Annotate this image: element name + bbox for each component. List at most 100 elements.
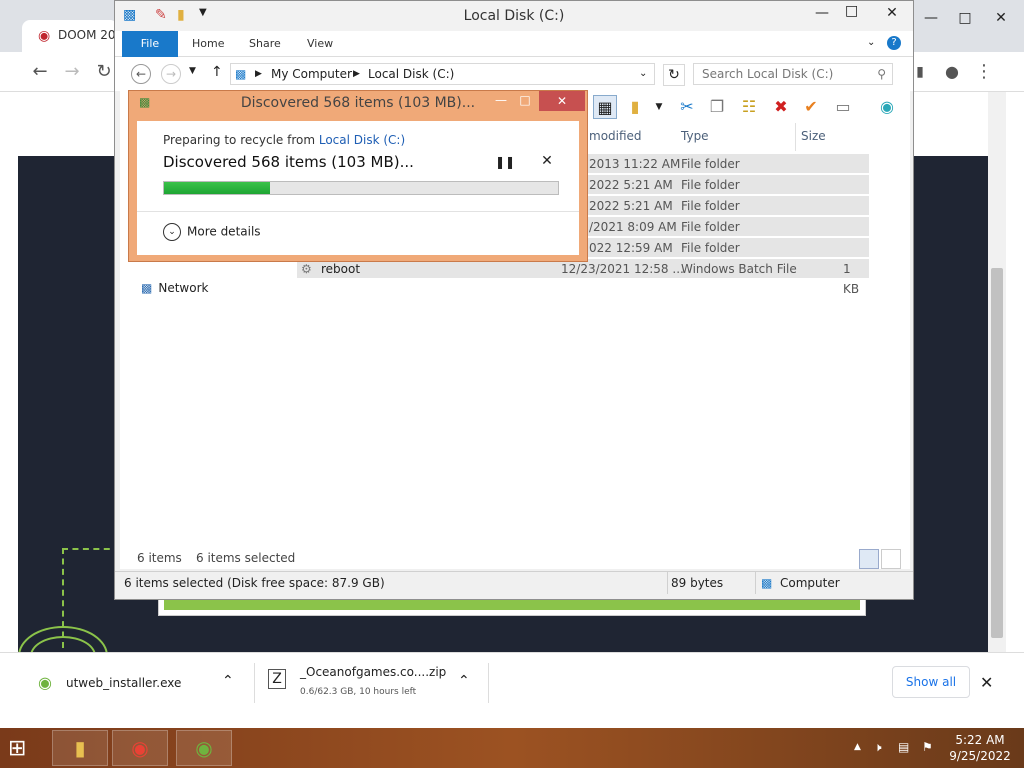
computer-icon: ▩	[761, 576, 773, 590]
source-location-link[interactable]: Local Disk (C:)	[319, 133, 405, 147]
column-divider[interactable]	[795, 123, 796, 151]
large-icons-view-icon[interactable]	[881, 549, 901, 569]
menu-icon[interactable]: ⋮	[972, 60, 996, 84]
recycle-progress-fill	[164, 182, 271, 194]
show-all-downloads-button[interactable]: Show all	[892, 666, 970, 698]
batch-file-icon: ⚙	[301, 262, 312, 276]
minimize-icon[interactable]: —	[815, 5, 829, 21]
search-icon[interactable]: ⚲	[877, 64, 886, 84]
download-item[interactable]: Z _Oceanofgames.co....zip 0.6/62.3 GB, 1…	[262, 653, 482, 717]
clock-time: 5:22 AM	[955, 733, 1005, 747]
explorer-titlebar: ▩ ✎ ▮ ▼ Local Disk (C:) — □ ✕	[115, 1, 913, 31]
delete-icon[interactable]: ✖	[769, 95, 793, 119]
browser-maximize-button[interactable]: □	[948, 10, 982, 32]
row-size: 1 KB	[843, 262, 860, 296]
rename-icon[interactable]: ▭	[831, 95, 855, 119]
nav-item-network[interactable]: ▩ Network	[141, 281, 208, 295]
page-scrollbar-thumb[interactable]	[991, 268, 1003, 638]
back-icon[interactable]: ←	[131, 64, 151, 84]
row-type: File folder	[681, 178, 740, 192]
back-icon[interactable]: ←	[28, 60, 52, 84]
pause-icon[interactable]: ❚❚	[495, 155, 515, 171]
profile-icon[interactable]: ●	[940, 60, 964, 84]
status-divider	[755, 572, 756, 594]
minimize-icon[interactable]: —	[491, 93, 511, 109]
browser-tab-title: DOOM 20	[58, 28, 116, 42]
page-progress-fill	[164, 600, 860, 610]
cut-icon[interactable]: ✂	[675, 95, 699, 119]
breadcrumb-current[interactable]: Local Disk (C:)	[368, 64, 454, 84]
row-modified: 2013 11:22 AM	[589, 157, 681, 171]
maximize-icon[interactable]: □	[515, 93, 535, 109]
row-modified: 2022 5:21 AM	[589, 199, 673, 213]
check-icon[interactable]: ✔	[799, 95, 823, 119]
copy-icon[interactable]: ❐	[705, 95, 729, 119]
status-selection: 6 items selected (Disk free space: 87.9 …	[124, 576, 385, 590]
breadcrumb-root[interactable]: My Computer	[271, 64, 352, 84]
paste-icon[interactable]: ☷	[737, 95, 761, 119]
show-hidden-icons-icon[interactable]: ▲	[854, 742, 861, 752]
more-details-button[interactable]: ⌄ More details	[163, 223, 261, 241]
dialog-subtitle-text: Preparing to recycle from	[163, 133, 319, 147]
close-shelf-icon[interactable]: ✕	[980, 673, 993, 692]
browser-close-button[interactable]: ✕	[984, 10, 1018, 32]
close-icon[interactable]: ✕	[875, 5, 909, 21]
recycle-progress-dialog: ▩ Discovered 568 items (103 MB)... — □ ✕…	[128, 90, 588, 262]
status-size: 89 bytes	[671, 576, 724, 590]
command-toolbar: ▦ ▮ ▼ ✂ ❐ ☷ ✖ ✔ ▭ ◉	[585, 93, 909, 123]
help-icon[interactable]: ?	[887, 36, 901, 50]
download-shelf: ◉ utweb_installer.exe ⌃ Z _Oceanofgames.…	[0, 652, 1024, 716]
status-location: Computer	[780, 576, 840, 590]
recycle-progress-bar	[163, 181, 559, 195]
chevron-up-icon[interactable]: ⌃	[458, 673, 470, 689]
refresh-icon[interactable]: ↻	[663, 64, 685, 86]
chevron-down-icon: ⌄	[163, 223, 181, 241]
search-placeholder: Search Local Disk (C:)	[702, 67, 834, 81]
tab-view[interactable]: View	[307, 31, 333, 57]
item-count: 6 items	[137, 551, 182, 565]
browser-minimize-button[interactable]: —	[914, 10, 948, 32]
up-icon[interactable]: ↑	[211, 64, 223, 80]
tab-home[interactable]: Home	[192, 31, 224, 57]
forward-icon[interactable]: →	[161, 64, 181, 84]
details-view-icon[interactable]	[859, 549, 879, 569]
utorrent-taskbar-icon[interactable]: ◉	[176, 730, 232, 766]
cancel-icon[interactable]: ✕	[539, 153, 555, 169]
reload-icon[interactable]: ↻	[92, 60, 116, 84]
close-icon[interactable]: ✕	[539, 91, 585, 111]
maximize-icon[interactable]: □	[845, 3, 858, 19]
tab-share[interactable]: Share	[249, 31, 281, 57]
column-header-type[interactable]: Type	[681, 129, 709, 143]
network-globe-icon[interactable]: ◉	[875, 95, 899, 119]
chevron-right-icon[interactable]: ▶	[255, 64, 262, 84]
layout-icon[interactable]: ▦	[593, 95, 617, 119]
chevron-right-icon[interactable]: ▶	[353, 64, 360, 84]
search-input[interactable]: Search Local Disk (C:) ⚲	[693, 63, 893, 85]
expand-ribbon-icon[interactable]: ⌄	[867, 37, 875, 48]
folder-options-icon[interactable]: ▮	[623, 95, 647, 119]
volume-muted-icon[interactable]: 🕨	[874, 740, 882, 755]
download-item[interactable]: ◉ utweb_installer.exe ⌃	[32, 653, 246, 717]
chrome-taskbar-icon[interactable]: ◉	[112, 730, 168, 766]
column-header-size[interactable]: Size	[801, 129, 826, 143]
action-center-icon[interactable]: ⚑	[922, 740, 933, 754]
address-dropdown-icon[interactable]: ⌄	[639, 64, 647, 84]
forward-icon[interactable]: →	[60, 60, 84, 84]
clock[interactable]: 5:22 AM 9/25/2022	[944, 732, 1016, 764]
row-type: File folder	[681, 157, 740, 171]
row-type: Windows Batch File	[681, 262, 797, 276]
table-row[interactable]: ⚙ reboot 12/23/2021 12:58 ... Windows Ba…	[297, 259, 869, 296]
ribbon-tabs: File Home Share View ⌄ ?	[115, 31, 913, 57]
windows-start-icon[interactable]: ⊞	[8, 736, 38, 762]
chevron-up-icon[interactable]: ⌃	[222, 673, 234, 689]
browser-tab[interactable]: ◉ DOOM 20	[22, 20, 118, 52]
dropdown-icon[interactable]: ▼	[647, 95, 671, 119]
tab-file[interactable]: File	[122, 31, 178, 57]
network-status-icon[interactable]: ▤	[898, 740, 909, 754]
file-explorer-taskbar-icon[interactable]: ▮	[52, 730, 108, 766]
download-filename: utweb_installer.exe	[66, 676, 182, 690]
recent-dropdown-icon[interactable]: ▼	[189, 66, 196, 76]
address-bar[interactable]: ▩ ▶ My Computer ▶ Local Disk (C:) ⌄	[230, 63, 655, 85]
column-header-modified[interactable]: modified	[589, 129, 642, 143]
dialog-status-text: Discovered 568 items (103 MB)...	[163, 153, 414, 171]
